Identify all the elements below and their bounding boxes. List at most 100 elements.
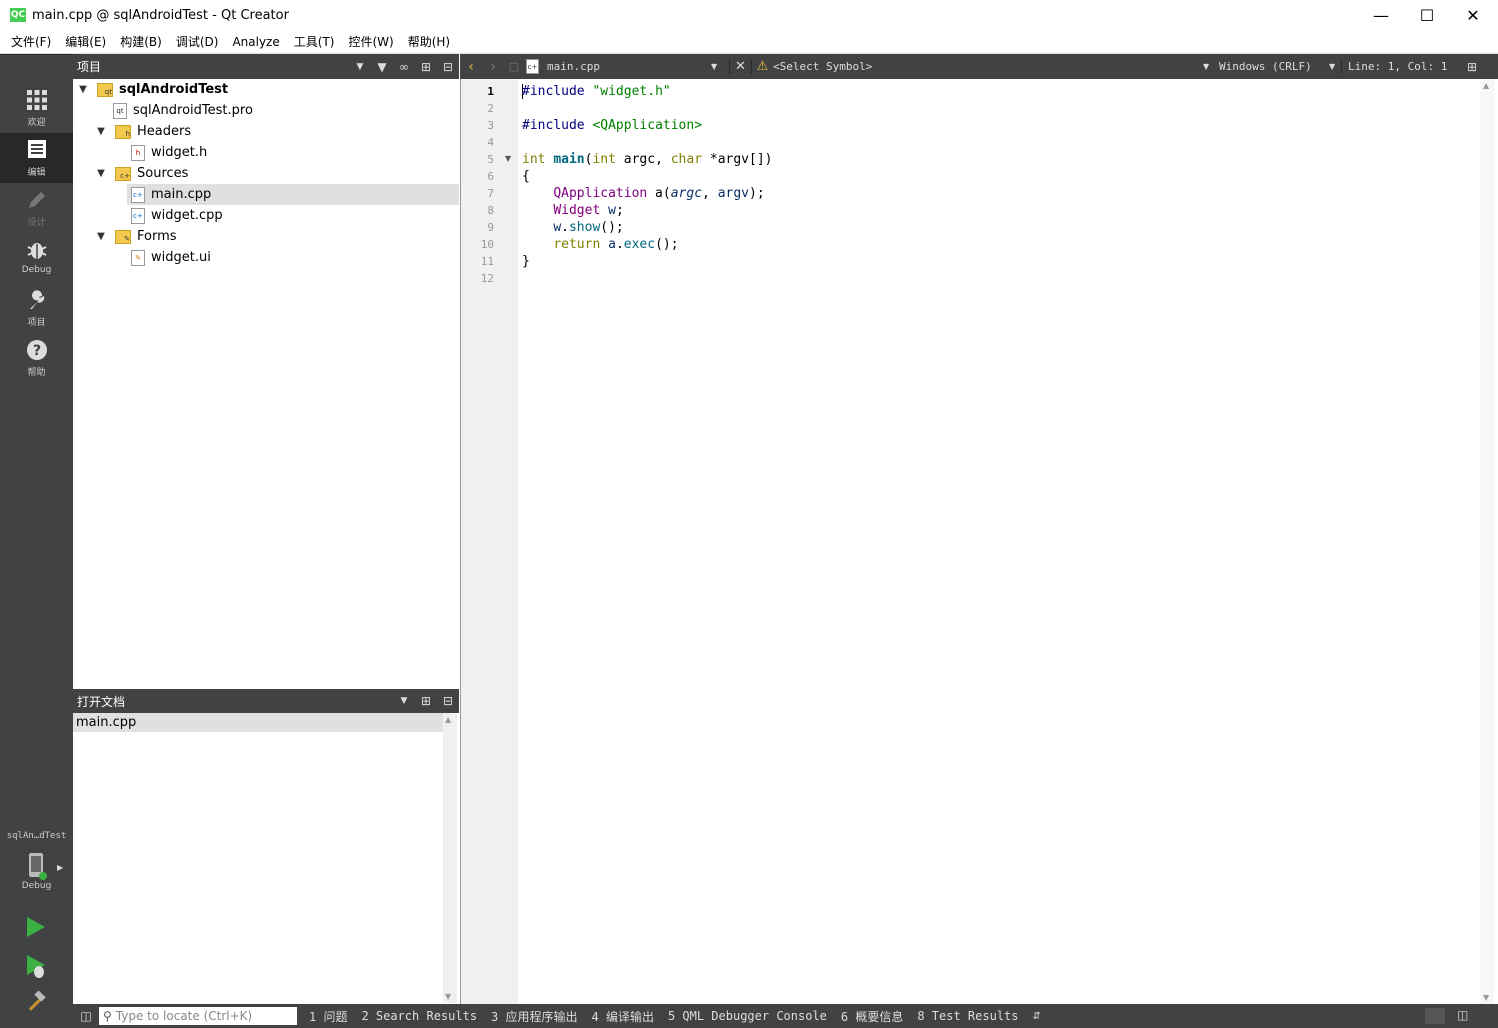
document-icon [24,139,50,165]
mode-help[interactable]: ? 帮助 [0,333,73,383]
hammer-icon [28,990,46,1011]
symbol-dropdown-icon[interactable]: ▼ [1203,62,1219,71]
code-editor[interactable]: #include "widget.h" #include <QApplicati… [518,79,1480,1004]
sources-folder-icon: c+ [115,166,131,181]
debug-run-button[interactable] [24,953,48,979]
menu-file[interactable]: 文件(F) [4,30,58,54]
toggle-output-icon[interactable]: ◫ [1457,1008,1468,1022]
tree-item-label: Forms [137,229,177,244]
maximize-button[interactable]: ☐ [1404,0,1450,30]
fold-marker-icon[interactable]: ▼ [505,154,511,163]
tree-item-label: widget.h [151,145,208,160]
scroll-down-icon[interactable]: ▼ [1483,993,1489,1002]
mode-debug[interactable]: Debug [0,233,73,283]
mode-design[interactable]: 设计 [0,183,73,233]
tree-item-widget-ui[interactable]: ✎ widget.ui [73,247,459,268]
open-document-item[interactable]: main.cpp [73,713,443,732]
search-icon: ⚲ [103,1009,112,1023]
close-button[interactable]: ✕ [1450,0,1496,30]
editor-scrollbar[interactable]: ▲ ▼ [1480,79,1494,1004]
scroll-down-icon[interactable]: ▼ [445,992,451,1001]
tree-item-forms[interactable]: ▼ ✎ Forms [73,226,459,247]
close-document-icon[interactable]: ✕ [729,59,751,74]
split-editor-icon[interactable]: ⊞ [1461,60,1483,74]
locator-input[interactable]: ⚲ Type to locate (Ctrl+K) [99,1007,297,1025]
line-number: 12 [480,272,494,285]
tree-item-sources[interactable]: ▼ c+ Sources [73,163,459,184]
tab-test-results[interactable]: 8 Test Results [917,1009,1018,1023]
collapse-arrow-icon[interactable]: ▼ [93,168,109,179]
scroll-up-icon[interactable]: ▲ [445,715,451,724]
cursor-position[interactable]: Line: 1, Col: 1 [1341,60,1461,73]
mode-welcome[interactable]: 欢迎 [0,83,73,133]
tab-qml-debugger-console[interactable]: 5 QML Debugger Console [668,1009,827,1023]
scroll-up-icon[interactable]: ▲ [1483,81,1489,90]
tree-item-pro-file[interactable]: qt sqlAndroidTest.pro [73,100,459,121]
tab-compile-output[interactable]: 4 编译输出 [592,1008,654,1025]
tree-item-widget-cpp[interactable]: c+ widget.cpp [73,205,459,226]
run-icon [27,917,45,937]
mode-projects[interactable]: 项目 [0,283,73,333]
tree-item-widget-h[interactable]: h widget.h [73,142,459,163]
code-line: Widget w; [553,203,624,218]
tree-item-headers[interactable]: ▼ h Headers [73,121,459,142]
projects-toolbar: 项目 ▼ ▼ ∞ ⊞ ⊟ [73,54,459,79]
code-line: { [522,169,530,184]
filter-icon[interactable]: ▼ [371,60,393,74]
tree-item-label: widget.ui [151,250,211,265]
line-number: 8 [487,204,494,217]
collapse-arrow-icon[interactable]: ▼ [75,84,91,95]
run-button[interactable] [24,915,48,939]
collapse-arrow-icon[interactable]: ▼ [93,231,109,242]
grid-icon [24,89,50,115]
open-documents-dropdown-icon[interactable]: ▼ [393,696,415,706]
back-arrow-icon[interactable]: ‹ [460,59,482,75]
forms-folder-icon: ✎ [115,229,131,244]
pro-file-icon: qt [113,102,127,119]
tab-issues[interactable]: 1 问题 [309,1008,347,1025]
link-icon[interactable]: ∞ [393,60,415,74]
tab-application-output[interactable]: 3 应用程序输出 [491,1008,577,1025]
menu-help[interactable]: 帮助(H) [401,30,457,54]
menu-widgets[interactable]: 控件(W) [341,30,400,54]
tab-general-messages[interactable]: 6 概要信息 [841,1008,903,1025]
build-button[interactable] [24,990,48,1015]
tree-item-label: main.cpp [151,187,212,202]
minimize-button[interactable]: — [1358,0,1404,30]
menu-analyze[interactable]: Analyze [225,30,286,54]
line-number-gutter: 1 2 3 4 5 6 7 8 9 10 11 12 ▼ [460,79,518,1004]
symbol-selector[interactable]: <Select Symbol> [773,60,1203,73]
progress-icon[interactable] [1425,1008,1445,1024]
split-icon[interactable]: ⊞ [415,694,437,708]
open-documents-scrollbar[interactable]: ▲ ▼ [443,713,457,1003]
line-endings-selector[interactable]: Windows (CRLF) [1219,60,1329,73]
tab-search-results[interactable]: 2 Search Results [361,1009,477,1023]
line-endings-dropdown-icon[interactable]: ▼ [1329,62,1341,71]
device-icon [25,851,49,881]
toggle-sidebar-icon[interactable]: ◫ [73,1009,99,1023]
split-icon[interactable]: ⊞ [415,60,437,74]
file-dropdown-icon[interactable]: ▼ [711,62,729,71]
close-panel-icon[interactable]: ⊟ [437,60,459,74]
cpp-file-icon: c+ [526,59,539,74]
collapse-arrow-icon[interactable]: ▼ [93,126,109,137]
menu-tools[interactable]: 工具(T) [287,30,342,54]
tree-item-main-cpp[interactable]: c+ main.cpp [127,184,459,205]
forward-arrow-icon[interactable]: › [482,59,504,75]
menu-build[interactable]: 构建(B) [113,30,169,54]
mode-design-label: 设计 [27,218,46,228]
menu-edit[interactable]: 编辑(E) [58,30,113,54]
menu-debug[interactable]: 调试(D) [169,30,226,54]
code-line: QApplication a(argc, argv); [553,186,765,201]
line-number: 1 [487,85,494,98]
tree-item-project[interactable]: ▼ qt sqlAndroidTest [73,79,459,100]
open-documents-toolbar: 打开文档 ▼ ⊞ ⊟ [73,689,459,713]
more-tabs-icon[interactable]: ⇵ [1033,1011,1041,1022]
editor-toolbar: ‹ › □ c+ main.cpp ▼ ✕ ⚠ <Select Symbol> … [460,54,1498,79]
editor-file-name[interactable]: main.cpp [547,60,711,73]
projects-view-dropdown-icon[interactable]: ▼ [349,62,371,72]
close-panel-icon[interactable]: ⊟ [437,694,459,708]
mode-edit[interactable]: 编辑 [0,133,73,183]
headers-folder-icon: h [115,124,131,139]
kit-selector[interactable]: ▶ Debug [0,847,73,899]
